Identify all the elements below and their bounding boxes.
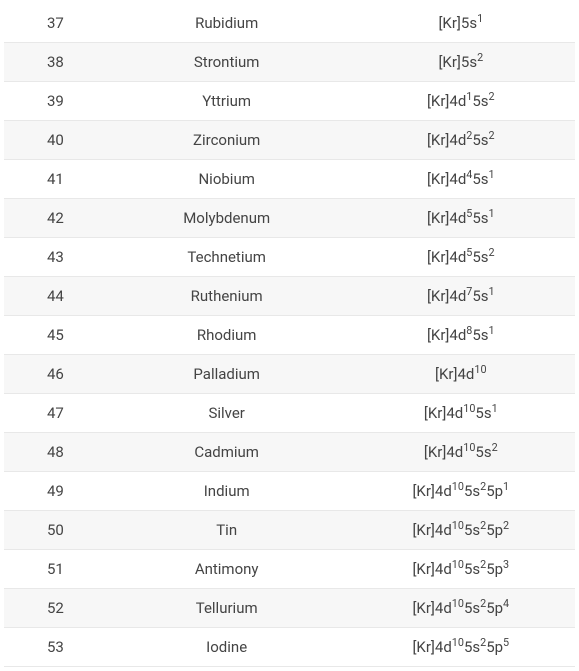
atomic-number-cell: 53	[4, 628, 107, 667]
atomic-number-cell: 41	[4, 160, 107, 199]
table-row: 41 Niobium [Kr]4d45s1	[4, 160, 575, 199]
electron-config-cell: [Kr]4d85s1	[347, 316, 575, 355]
electron-config-cell: [Kr]4d75s1	[347, 277, 575, 316]
table-row: 43 Technetium [Kr]4d55s2	[4, 238, 575, 277]
atomic-number-cell: 42	[4, 199, 107, 238]
electron-config-cell: [Kr]4d105s2	[347, 433, 575, 472]
electron-config-cell: [Kr]4d10	[347, 355, 575, 394]
table-row: 45 Rhodium [Kr]4d85s1	[4, 316, 575, 355]
atomic-number-cell: 49	[4, 472, 107, 511]
electron-config-cell: [Kr]4d55s1	[347, 199, 575, 238]
electron-config-cell: [Kr]4d45s1	[347, 160, 575, 199]
element-name-cell: Zirconium	[107, 121, 347, 160]
atomic-number-cell: 44	[4, 277, 107, 316]
element-name-cell: Strontium	[107, 43, 347, 82]
electron-config-cell: [Kr]5s2	[347, 43, 575, 82]
element-name-cell: Rubidium	[107, 4, 347, 43]
electron-config-cell: [Kr]4d105s25p5	[347, 628, 575, 667]
table-row: 47 Silver [Kr]4d105s1	[4, 394, 575, 433]
table-row: 53 Iodine [Kr]4d105s25p5	[4, 628, 575, 667]
element-name-cell: Ruthenium	[107, 277, 347, 316]
table-row: 51 Antimony [Kr]4d105s25p3	[4, 550, 575, 589]
atomic-number-cell: 46	[4, 355, 107, 394]
table-row: 39 Yttrium [Kr]4d15s2	[4, 82, 575, 121]
electron-config-cell: [Kr]4d105s25p1	[347, 472, 575, 511]
electron-config-cell: [Kr]4d105s1	[347, 394, 575, 433]
table-body: 37 Rubidium [Kr]5s1 38 Strontium [Kr]5s2…	[4, 4, 575, 667]
element-name-cell: Antimony	[107, 550, 347, 589]
element-name-cell: Rhodium	[107, 316, 347, 355]
electron-config-cell: [Kr]4d25s2	[347, 121, 575, 160]
atomic-number-cell: 51	[4, 550, 107, 589]
table-row: 38 Strontium [Kr]5s2	[4, 43, 575, 82]
element-name-cell: Tin	[107, 511, 347, 550]
element-name-cell: Silver	[107, 394, 347, 433]
atomic-number-cell: 37	[4, 4, 107, 43]
element-name-cell: Palladium	[107, 355, 347, 394]
table-row: 48 Cadmium [Kr]4d105s2	[4, 433, 575, 472]
atomic-number-cell: 43	[4, 238, 107, 277]
table-row: 50 Tin [Kr]4d105s25p2	[4, 511, 575, 550]
electron-config-cell: [Kr]5s1	[347, 4, 575, 43]
atomic-number-cell: 45	[4, 316, 107, 355]
table-row: 44 Ruthenium [Kr]4d75s1	[4, 277, 575, 316]
table-row: 49 Indium [Kr]4d105s25p1	[4, 472, 575, 511]
atomic-number-cell: 50	[4, 511, 107, 550]
table-row: 46 Palladium [Kr]4d10	[4, 355, 575, 394]
atomic-number-cell: 48	[4, 433, 107, 472]
table-row: 52 Tellurium [Kr]4d105s25p4	[4, 589, 575, 628]
element-name-cell: Iodine	[107, 628, 347, 667]
element-name-cell: Tellurium	[107, 589, 347, 628]
atomic-number-cell: 39	[4, 82, 107, 121]
element-name-cell: Niobium	[107, 160, 347, 199]
element-name-cell: Molybdenum	[107, 199, 347, 238]
electron-config-cell: [Kr]4d105s25p2	[347, 511, 575, 550]
electron-config-cell: [Kr]4d55s2	[347, 238, 575, 277]
atomic-number-cell: 47	[4, 394, 107, 433]
element-name-cell: Yttrium	[107, 82, 347, 121]
element-name-cell: Indium	[107, 472, 347, 511]
table-row: 40 Zirconium [Kr]4d25s2	[4, 121, 575, 160]
element-name-cell: Cadmium	[107, 433, 347, 472]
electron-configuration-table: 37 Rubidium [Kr]5s1 38 Strontium [Kr]5s2…	[4, 4, 575, 667]
atomic-number-cell: 52	[4, 589, 107, 628]
table-row: 37 Rubidium [Kr]5s1	[4, 4, 575, 43]
electron-config-cell: [Kr]4d105s25p4	[347, 589, 575, 628]
electron-config-cell: [Kr]4d15s2	[347, 82, 575, 121]
atomic-number-cell: 38	[4, 43, 107, 82]
electron-config-cell: [Kr]4d105s25p3	[347, 550, 575, 589]
element-name-cell: Technetium	[107, 238, 347, 277]
atomic-number-cell: 40	[4, 121, 107, 160]
table-row: 42 Molybdenum [Kr]4d55s1	[4, 199, 575, 238]
